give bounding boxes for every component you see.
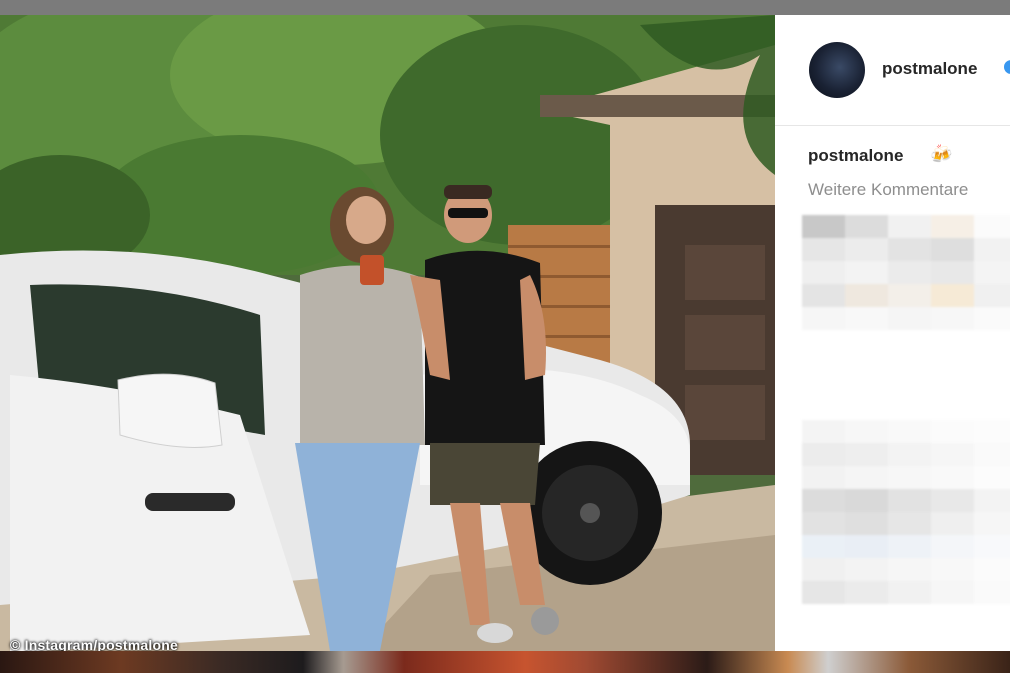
photo-scene (0, 15, 775, 651)
pixelated-comments-bottom (802, 420, 1010, 604)
person-left-shirt (300, 265, 425, 445)
side-mirror (117, 373, 223, 448)
post-header: postmalone (775, 15, 1010, 126)
pixelated-comments-top (802, 215, 1010, 330)
header-username-link[interactable]: postmalone (882, 59, 977, 79)
photo-credit: © Instagram/postmalone (10, 637, 178, 651)
beer-mugs-icon: 🍻 (930, 144, 953, 164)
avatar[interactable] (809, 42, 865, 98)
bottom-thumbnail-strip (0, 651, 1010, 673)
person-right-shorts (430, 443, 540, 505)
door-handle (145, 493, 235, 511)
top-strip (0, 0, 1010, 15)
caption-username-link[interactable]: postmalone (808, 146, 903, 166)
more-comments-link[interactable]: Weitere Kommentare (808, 180, 968, 200)
post-photo[interactable]: © Instagram/postmalone (0, 15, 775, 651)
instagram-post-panel: postmalone postmalone 🍻 Weitere Kommenta… (775, 15, 1010, 651)
verified-badge-icon (1004, 60, 1010, 74)
